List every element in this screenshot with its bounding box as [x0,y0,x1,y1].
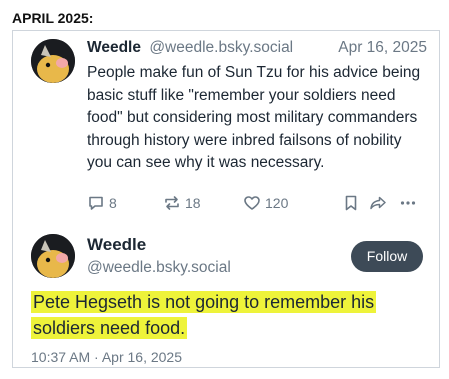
weedle-avatar-image [31,39,75,83]
repost-icon [165,196,179,210]
post-actions: 8 18 120 [87,194,427,216]
like-count: 120 [265,195,289,211]
author-handle[interactable]: @weedle.bsky.social [149,39,293,56]
avatar[interactable] [31,234,75,278]
share-icon [370,196,386,210]
post-timestamp[interactable]: 10:37 AM · Apr 16, 2025 [31,349,182,365]
main-post-text: Pete Hegseth is not going to remember hi… [31,289,431,341]
like-icon [244,196,260,210]
like-button[interactable]: 120 [243,194,288,212]
reply-post-header: Weedle @weedle.bsky.social Apr 16, 2025 [87,39,427,57]
author-handle[interactable]: @weedle.bsky.social [87,259,231,277]
highlighted-text: Pete Hegseth is not going to remember hi… [31,291,377,339]
bookmark-icon [345,195,357,211]
author-name[interactable]: Weedle [87,235,146,255]
author-name[interactable]: Weedle [87,39,141,56]
reply-count: 8 [109,195,117,211]
reply-post-text: People make fun of Sun Tzu for his advic… [87,64,421,171]
reply-button[interactable]: 8 [87,194,117,212]
share-button[interactable] [369,194,387,212]
follow-button[interactable]: Follow [351,241,423,272]
header-label: APRIL 2025: [12,10,94,26]
repost-button[interactable]: 18 [163,194,201,212]
reply-icon [89,196,103,210]
screenshot-frame: Weedle @weedle.bsky.social Apr 16, 2025 … [12,30,440,368]
avatar[interactable] [31,39,75,83]
bookmark-button[interactable] [343,194,359,212]
more-icon [400,201,416,205]
repost-count: 18 [185,195,201,211]
post-date[interactable]: Apr 16, 2025 [338,39,427,57]
more-options-button[interactable] [399,194,417,212]
weedle-avatar-image [31,234,75,278]
